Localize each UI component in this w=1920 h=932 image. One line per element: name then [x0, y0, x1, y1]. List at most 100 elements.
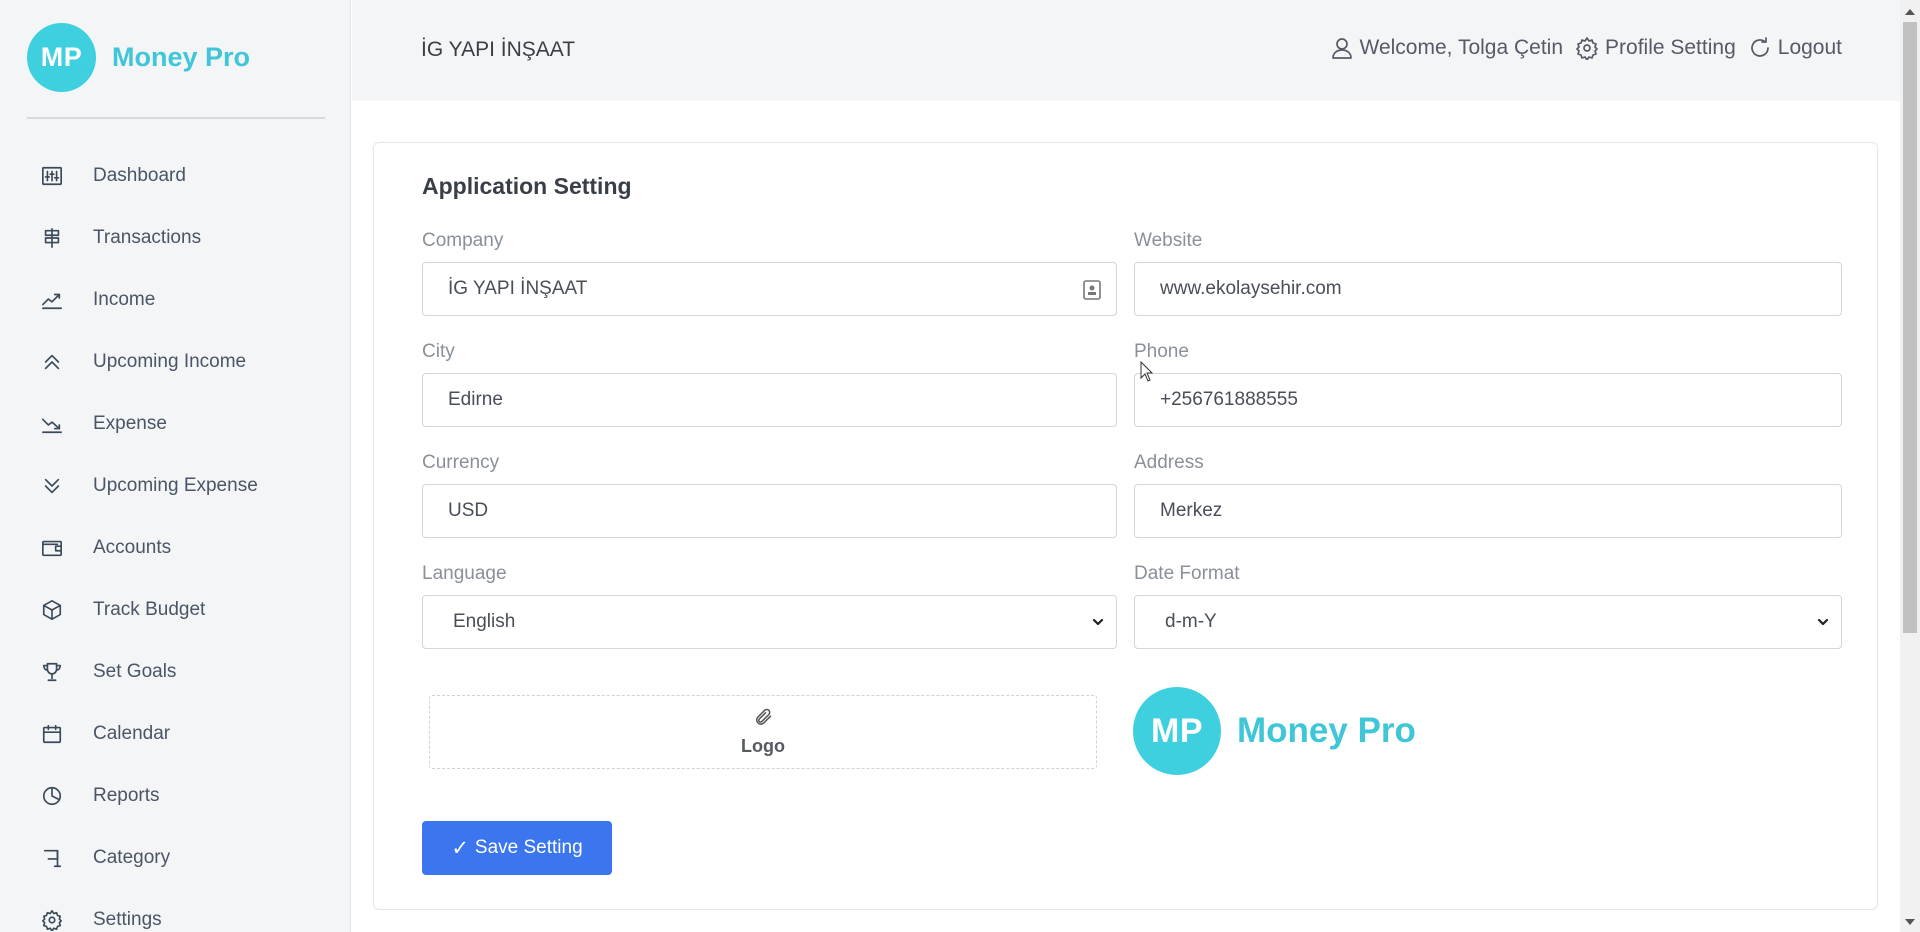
- currency-field[interactable]: USD: [422, 484, 1117, 538]
- sidebar-item-label: Settings: [93, 909, 162, 930]
- sidebar-item-transactions[interactable]: Transactions: [0, 207, 350, 269]
- sidebar-item-label: Dashboard: [93, 165, 186, 186]
- phone-value: +256761888555: [1160, 389, 1298, 410]
- sidebar-item-label: Transactions: [93, 227, 202, 248]
- logo-badge: MP: [27, 23, 96, 92]
- currency-value: USD: [448, 500, 489, 521]
- sidebar-item-dashboard[interactable]: Dashboard: [0, 145, 350, 207]
- date-format-label: Date Format: [1134, 563, 1240, 584]
- sidebar-item-set-goals[interactable]: Set Goals: [0, 641, 350, 703]
- welcome-user[interactable]: Welcome, Tolga Çetin: [1330, 36, 1564, 60]
- profile-setting-label: Profile Setting: [1605, 36, 1736, 59]
- chevron-down-icon: [1815, 614, 1831, 630]
- chevron-down-icon: [1090, 614, 1106, 630]
- scroll-up-arrow-icon[interactable]: [1904, 5, 1916, 17]
- company-label: Company: [422, 230, 504, 251]
- gear-icon: [40, 908, 64, 932]
- date-format-value: d-m-Y: [1165, 611, 1217, 632]
- city-field[interactable]: Edirne: [422, 373, 1117, 427]
- sidebar-item-label: Calendar: [93, 723, 171, 744]
- city-label: City: [422, 341, 455, 362]
- sidebar-item-label: Accounts: [93, 537, 172, 558]
- sidebar-item-label: Category: [93, 847, 171, 868]
- check-icon: ✓: [451, 836, 469, 860]
- phone-label: Phone: [1134, 341, 1189, 362]
- address-label: Address: [1134, 452, 1204, 473]
- sidebar-item-label: Upcoming Income: [93, 351, 247, 372]
- sidebar-item-label: Track Budget: [93, 599, 206, 620]
- date-format-select[interactable]: d-m-Y: [1134, 595, 1842, 649]
- scroll-down-arrow-icon[interactable]: [1904, 915, 1916, 927]
- card-title: Application Setting: [422, 173, 632, 199]
- city-value: Edirne: [448, 389, 503, 410]
- address-field[interactable]: Merkez: [1134, 484, 1842, 538]
- sidebar-nav: Dashboard Transactions Income Upcoming I…: [0, 145, 350, 932]
- user-icon: [1331, 38, 1352, 59]
- logout-link[interactable]: Logout: [1748, 36, 1842, 60]
- phone-field[interactable]: +256761888555: [1134, 373, 1842, 427]
- signpost-icon: [40, 226, 64, 250]
- flag-icon: [40, 846, 64, 870]
- sidebar-divider: [27, 117, 325, 119]
- brand-logo[interactable]: MP Money Pro: [27, 23, 250, 92]
- gear-icon: [1576, 37, 1598, 60]
- language-select[interactable]: English: [422, 595, 1117, 649]
- sidebar-item-upcoming-expense[interactable]: Upcoming Expense: [0, 455, 350, 517]
- save-setting-label: Save Setting: [474, 837, 583, 858]
- contact-card-icon: [1083, 280, 1101, 300]
- logo-upload-label: Logo: [741, 736, 785, 756]
- settings-card: Application Setting Company İG YAPI İNŞA…: [373, 142, 1878, 910]
- sidebar-item-accounts[interactable]: Accounts: [0, 517, 350, 579]
- sidebar-item-label: Set Goals: [93, 661, 177, 682]
- sidebar: MP Money Pro Dashboard Transactions Inco…: [0, 0, 351, 932]
- sidebar-item-label: Expense: [93, 413, 167, 434]
- double-chevron-up-icon: [40, 350, 64, 374]
- page-scrollbar[interactable]: [1900, 0, 1920, 932]
- save-setting-button[interactable]: ✓ Save Setting: [422, 821, 612, 875]
- refresh-icon: [1750, 37, 1769, 57]
- sidebar-item-label: Reports: [93, 785, 160, 806]
- welcome-text: Welcome, Tolga Çetin: [1359, 36, 1564, 59]
- header-links: Welcome, Tolga Çetin Profile Setting Log…: [1318, 36, 1842, 60]
- sidebar-item-label: Income: [93, 289, 156, 310]
- brand-name: Money Pro: [112, 42, 251, 72]
- address-value: Merkez: [1160, 500, 1223, 521]
- language-value: English: [453, 611, 516, 632]
- sidebar-item-category[interactable]: Category: [0, 827, 350, 889]
- double-chevron-down-icon: [40, 474, 64, 498]
- sidebar-item-income[interactable]: Income: [0, 269, 350, 331]
- language-label: Language: [422, 563, 507, 584]
- website-label: Website: [1134, 230, 1203, 251]
- page-title: İG YAPI İNŞAAT: [421, 38, 576, 61]
- sidebar-item-upcoming-income[interactable]: Upcoming Income: [0, 331, 350, 393]
- wallet-icon: [40, 536, 64, 560]
- paperclip-icon: [753, 707, 773, 732]
- logout-label: Logout: [1777, 36, 1842, 59]
- website-field[interactable]: www.ekolaysehir.com: [1134, 262, 1842, 316]
- sidebar-item-reports[interactable]: Reports: [0, 765, 350, 827]
- logo-preview: MP Money Pro: [1133, 687, 1416, 775]
- trophy-icon: [40, 660, 64, 684]
- trend-up-icon: [40, 288, 64, 312]
- sliders-icon: [40, 164, 64, 188]
- sidebar-item-expense[interactable]: Expense: [0, 393, 350, 455]
- profile-setting-link[interactable]: Profile Setting: [1575, 36, 1736, 60]
- trend-down-icon: [40, 412, 64, 436]
- logo-upload-dropzone[interactable]: Logo: [429, 695, 1097, 769]
- sidebar-item-track-budget[interactable]: Track Budget: [0, 579, 350, 641]
- company-field[interactable]: İG YAPI İNŞAAT: [422, 262, 1117, 316]
- sidebar-item-settings[interactable]: Settings: [0, 889, 350, 932]
- mouse-cursor-icon: [1140, 361, 1154, 382]
- sidebar-item-calendar[interactable]: Calendar: [0, 703, 350, 765]
- currency-label: Currency: [422, 452, 500, 473]
- sidebar-item-label: Upcoming Expense: [93, 475, 258, 496]
- company-value: İG YAPI İNŞAAT: [448, 278, 588, 299]
- box-icon: [40, 598, 64, 622]
- calendar-icon: [40, 722, 64, 746]
- website-value: www.ekolaysehir.com: [1160, 278, 1342, 299]
- pie-chart-icon: [40, 784, 64, 808]
- top-header: İG YAPI İNŞAAT Welcome, Tolga Çetin Prof…: [352, 0, 1900, 101]
- scrollbar-thumb[interactable]: [1903, 22, 1917, 633]
- logo-preview-name: Money Pro: [1237, 711, 1416, 750]
- logo-preview-badge: MP: [1133, 687, 1221, 775]
